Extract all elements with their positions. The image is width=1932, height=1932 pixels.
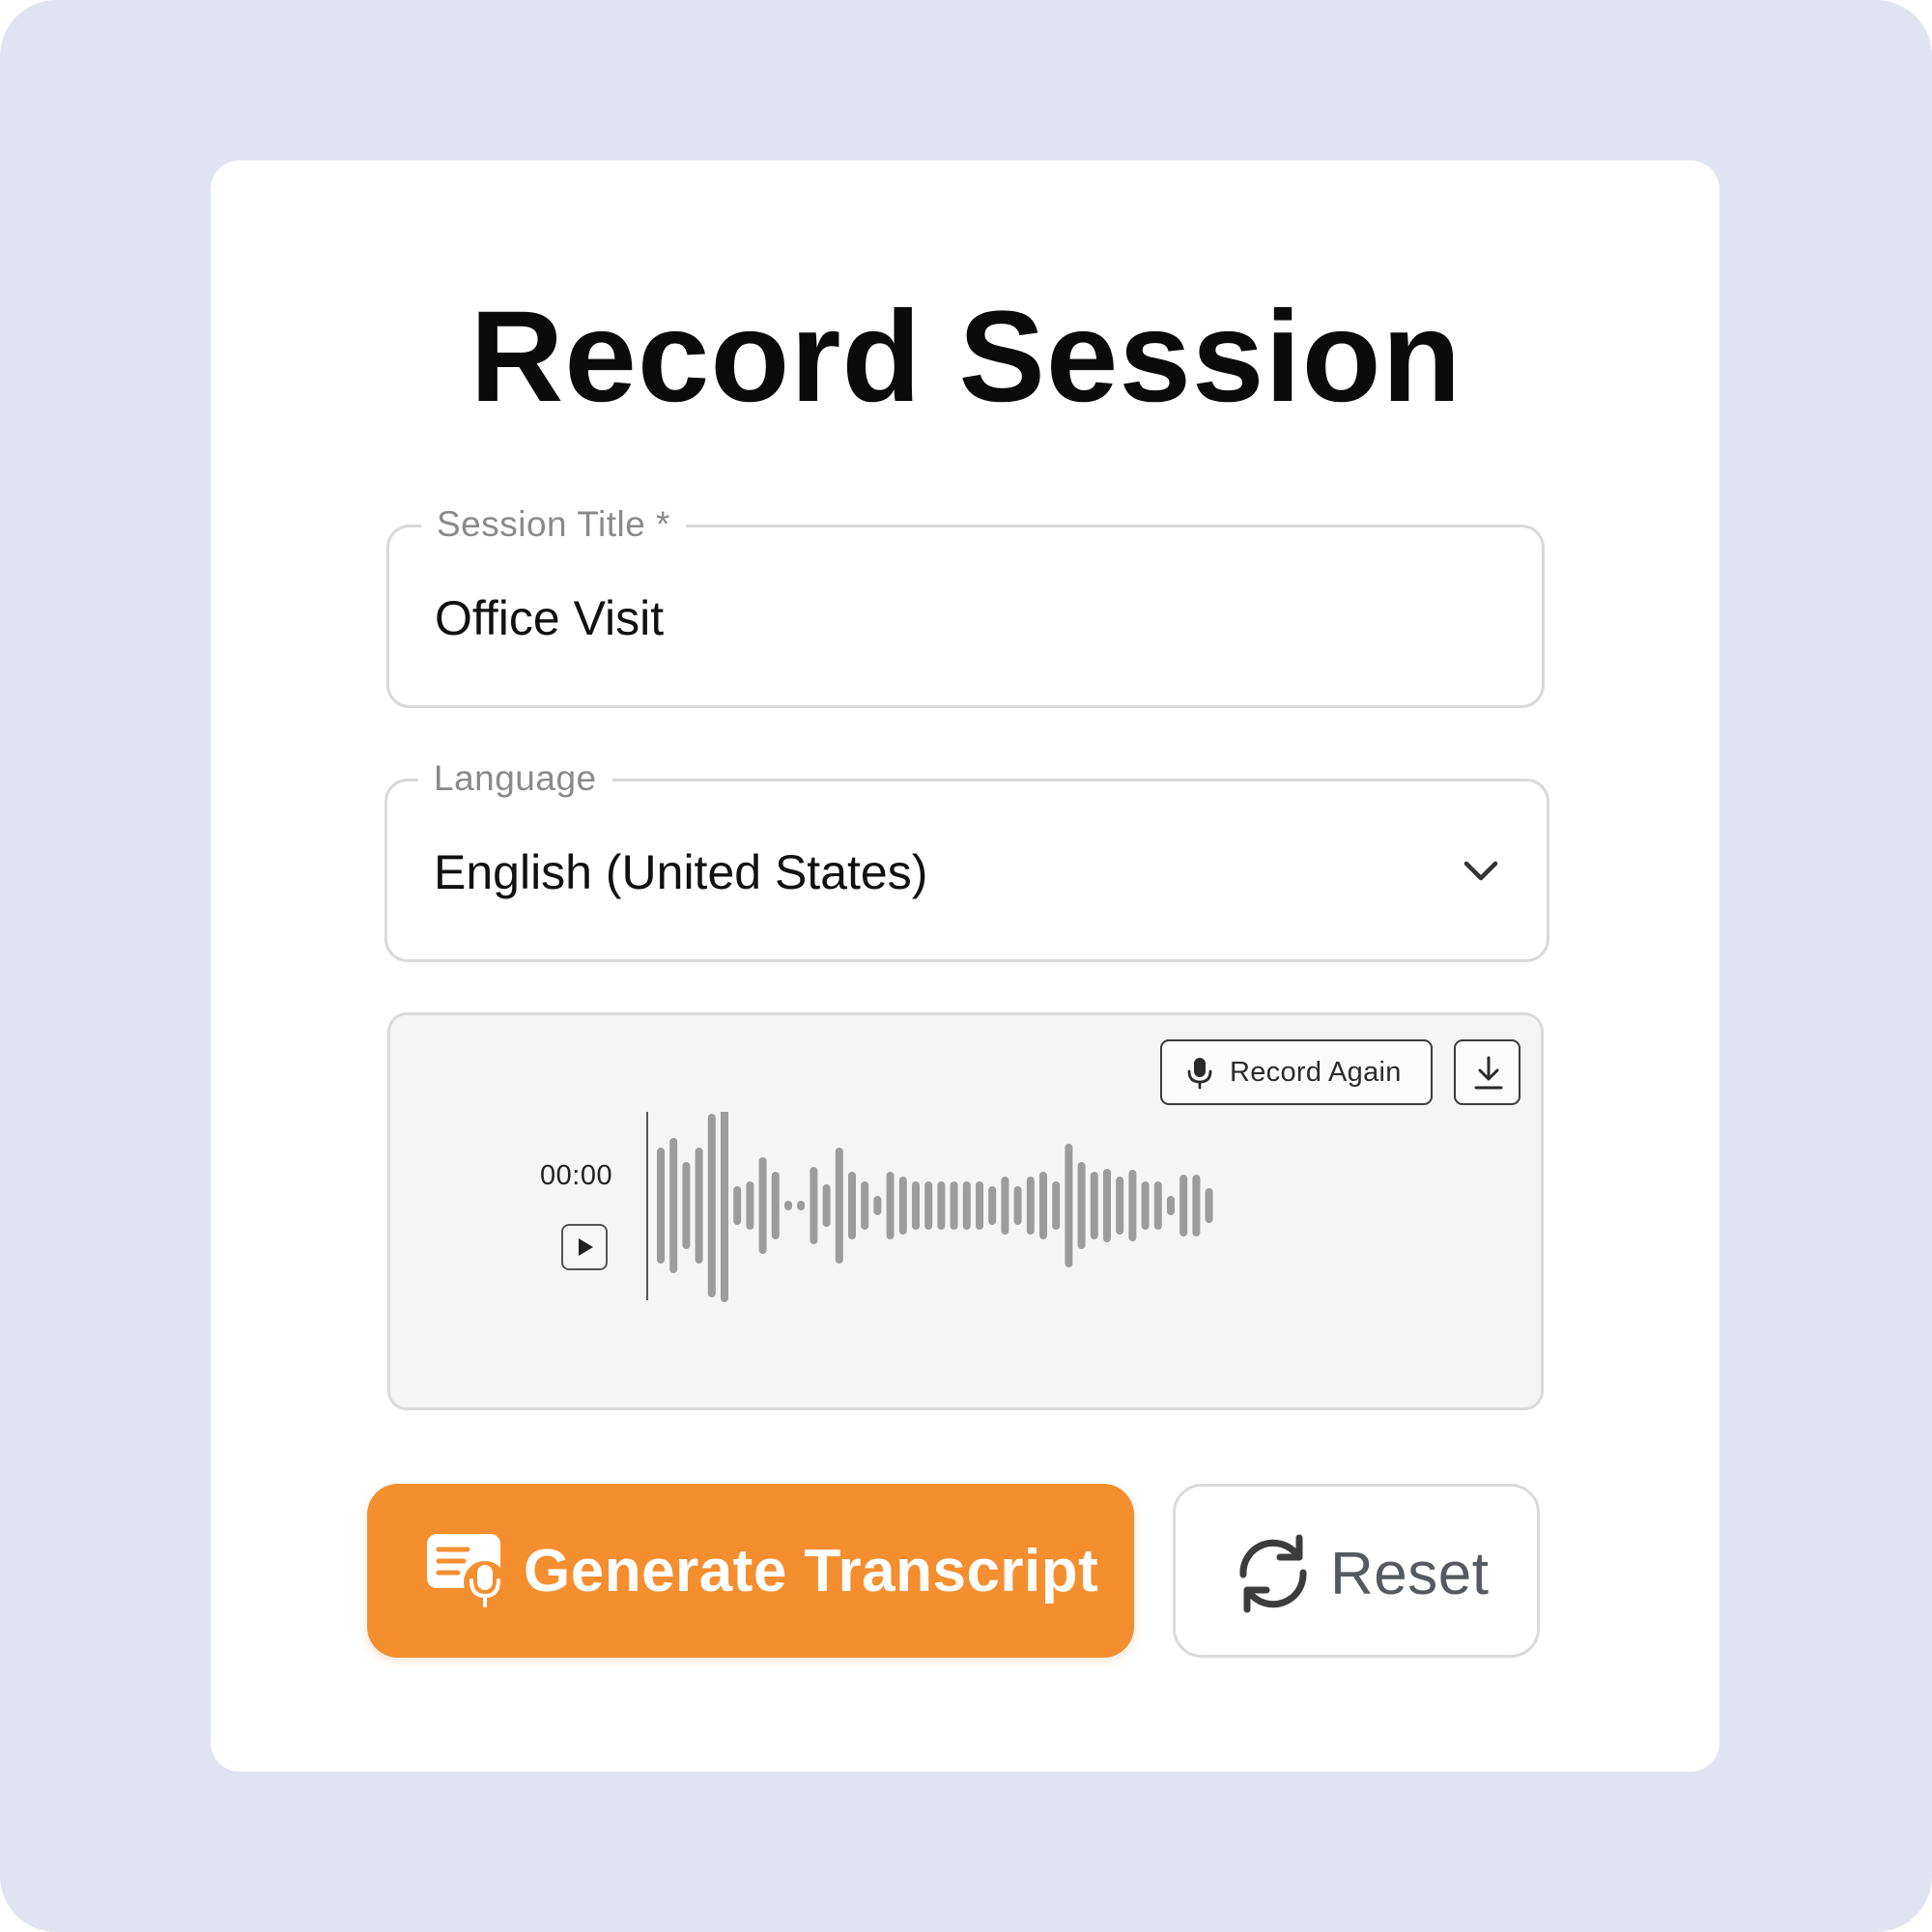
waveform-bar: [707, 1114, 716, 1297]
chevron-down-icon[interactable]: [1460, 849, 1502, 892]
page-title: Record Session: [469, 285, 1463, 429]
waveform-bar: [1179, 1175, 1188, 1236]
reset-label: Reset: [1330, 1541, 1490, 1607]
waveform-bar: [657, 1148, 665, 1264]
language-selected-value: English (United States): [434, 845, 928, 899]
waveform-bar: [822, 1184, 831, 1227]
record-again-button[interactable]: Record Again: [1160, 1039, 1433, 1105]
waveform-bar: [873, 1196, 882, 1215]
waveform-bar: [733, 1186, 742, 1225]
waveform-bar: [835, 1148, 843, 1264]
waveform-bar: [1013, 1186, 1022, 1225]
waveform-bar: [797, 1201, 806, 1210]
playback-time: 00:00: [540, 1160, 613, 1191]
waveform-bar: [886, 1172, 895, 1239]
session-title-field[interactable]: Session Title *: [386, 502, 1545, 708]
waveform-bar: [1001, 1177, 1009, 1235]
transcript-icon: [427, 1534, 506, 1607]
reset-button[interactable]: Reset: [1173, 1484, 1540, 1658]
audio-waveform[interactable]: [645, 1112, 1399, 1315]
waveform-bar: [1026, 1177, 1035, 1235]
waveform-bar: [924, 1181, 933, 1230]
waveform-bar: [1128, 1170, 1137, 1241]
waveform-bar: [771, 1172, 780, 1239]
waveform-bar: [810, 1167, 818, 1244]
language-label: Language: [418, 756, 612, 801]
waveform-bar: [1141, 1181, 1150, 1230]
waveform-bar: [669, 1138, 678, 1273]
waveform-bar: [861, 1181, 869, 1230]
generate-transcript-button[interactable]: Generate Transcript: [367, 1484, 1134, 1658]
refresh-icon: [1239, 1534, 1307, 1613]
record-again-label: Record Again: [1230, 1057, 1402, 1088]
waveform-bar: [784, 1201, 792, 1210]
waveform-bar: [950, 1181, 958, 1230]
audio-player: Record Again 00:00: [387, 1012, 1544, 1410]
waveform-bar: [721, 1112, 728, 1302]
waveform-bar: [1153, 1181, 1162, 1230]
waveform-bar: [1116, 1177, 1124, 1235]
waveform-bar: [1052, 1181, 1061, 1230]
download-icon: [1474, 1056, 1503, 1090]
waveform-bar: [1039, 1172, 1047, 1239]
language-select[interactable]: Language English (United States): [384, 756, 1549, 962]
waveform-bar: [962, 1181, 971, 1230]
play-icon: [579, 1238, 593, 1256]
waveform-bar: [1090, 1172, 1098, 1239]
waveform-bar: [912, 1181, 920, 1230]
waveform-bar: [758, 1157, 767, 1254]
waveform-bar: [937, 1181, 946, 1230]
waveform-bar: [746, 1181, 754, 1230]
waveform-bar: [1103, 1169, 1111, 1242]
waveform-bar: [1065, 1144, 1073, 1267]
session-title-input[interactable]: [435, 589, 1449, 647]
waveform-bar: [1205, 1188, 1213, 1223]
waveform-bar: [1077, 1162, 1086, 1249]
waveform-bar: [988, 1186, 997, 1225]
waveform-bar: [1192, 1175, 1201, 1236]
waveform-bar: [976, 1181, 983, 1230]
waveform-bar: [682, 1162, 691, 1249]
waveform-bar: [898, 1177, 907, 1235]
play-button[interactable]: [561, 1224, 608, 1270]
waveform-bar: [695, 1148, 703, 1264]
generate-transcript-label: Generate Transcript: [524, 1538, 1099, 1605]
download-button[interactable]: [1454, 1039, 1520, 1105]
microphone-icon: [1187, 1058, 1212, 1090]
waveform-bar: [1167, 1196, 1175, 1215]
waveform-bar: [848, 1172, 856, 1239]
session-title-label: Session Title *: [421, 502, 686, 547]
